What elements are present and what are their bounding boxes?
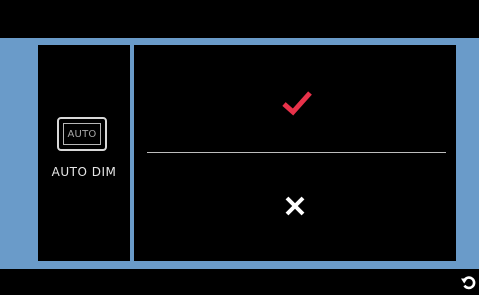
dialog-frame: AUTO AUTO DIM	[0, 38, 479, 269]
check-icon	[282, 91, 312, 116]
top-bar	[0, 0, 479, 38]
back-arrow-icon[interactable]	[460, 275, 476, 291]
cancel-button[interactable]	[134, 155, 456, 261]
setting-panel: AUTO AUTO DIM	[38, 45, 130, 261]
options-panel	[134, 45, 456, 261]
options-separator	[147, 152, 446, 153]
cross-icon	[285, 196, 305, 216]
setting-label: AUTO DIM	[51, 165, 117, 179]
auto-icon: AUTO	[57, 117, 107, 151]
auto-icon-text: AUTO	[63, 123, 101, 145]
confirm-button[interactable]	[134, 45, 456, 152]
bottom-bar	[0, 269, 479, 295]
